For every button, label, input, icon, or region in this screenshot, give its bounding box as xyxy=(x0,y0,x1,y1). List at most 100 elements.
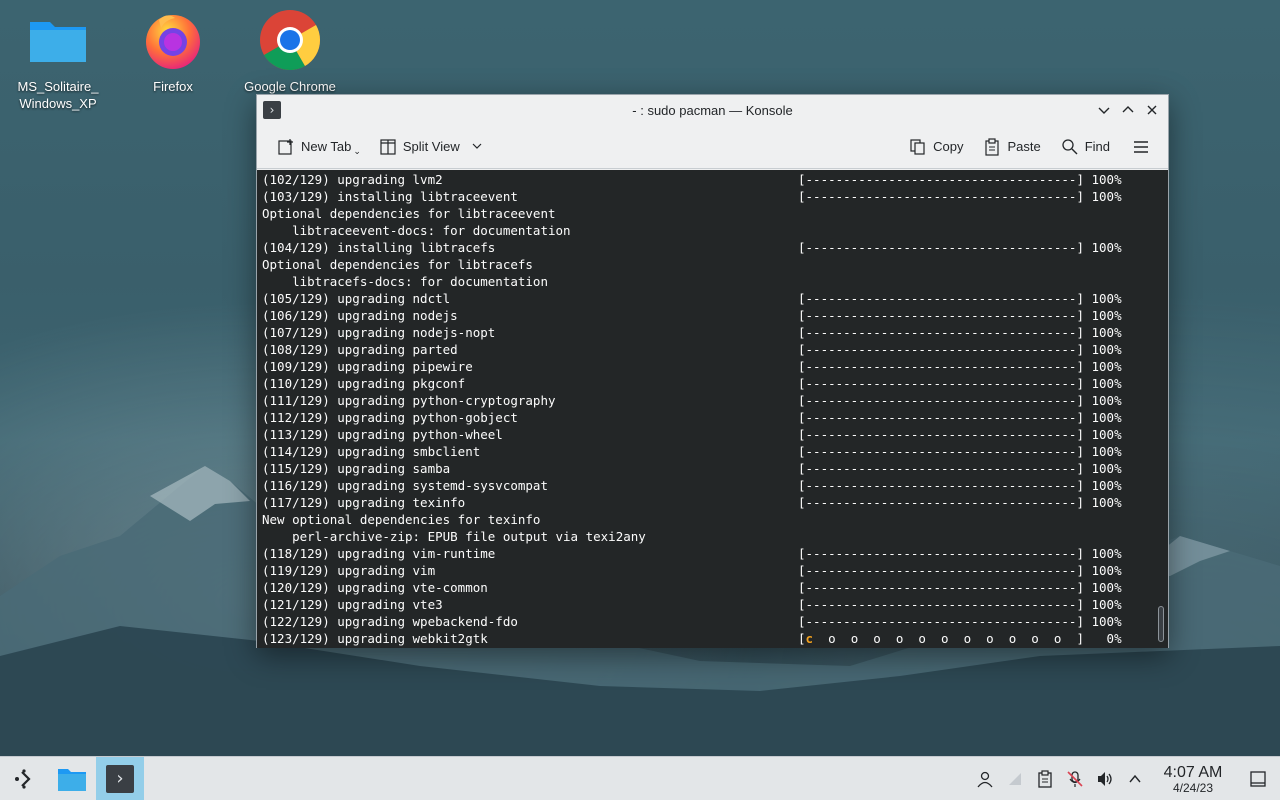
progress-bar-text: [------------------------------------] 1… xyxy=(798,291,1122,306)
progress-bar-text: [------------------------------------] 1… xyxy=(798,461,1122,476)
terminal-line: (119/129) upgrading vim [----------------… xyxy=(262,562,1163,579)
copy-label: Copy xyxy=(933,139,964,154)
copy-icon xyxy=(909,138,927,156)
terminal-line-text: (112/129) upgrading python-gobject xyxy=(262,410,518,425)
progress-bar-text: [------------------------------------] 1… xyxy=(798,376,1122,391)
terminal-line-text: (116/129) upgrading systemd-sysvcompat xyxy=(262,478,548,493)
progress-bar-text: [------------------------------------] 1… xyxy=(798,495,1122,510)
find-label: Find xyxy=(1084,139,1110,154)
progress-bar-text: [------------------------------------] 1… xyxy=(798,546,1122,561)
chevron-down-icon xyxy=(472,139,482,154)
terminal-line-text: (106/129) upgrading nodejs xyxy=(262,308,458,323)
terminal-line: (122/129) upgrading wpebackend-fdo [-----… xyxy=(262,613,1163,630)
terminal-line-text: (105/129) upgrading ndctl xyxy=(262,291,451,306)
terminal-line: (112/129) upgrading python-gobject [-----… xyxy=(262,409,1163,426)
terminal-line: (114/129) upgrading smbclient [----------… xyxy=(262,443,1163,460)
terminal-line: (108/129) upgrading parted [-------------… xyxy=(262,341,1163,358)
find-button[interactable]: Find xyxy=(1055,132,1116,162)
terminal-line: (102/129) upgrading lvm2 [---------------… xyxy=(262,171,1163,188)
split-view-button[interactable]: Split View xyxy=(373,132,488,162)
chevron-down-icon xyxy=(1098,107,1110,114)
desktop-icon-google-chrome[interactable]: Google Chrome xyxy=(240,8,340,95)
progress-bar-text: [------------------------------------] 1… xyxy=(798,240,1122,255)
progress-bar-text: [------------------------------------] 1… xyxy=(798,325,1122,340)
konsole-app-icon[interactable]: › xyxy=(263,101,281,119)
terminal-line-text: (113/129) upgrading python-wheel xyxy=(262,427,503,442)
terminal-line: New optional dependencies for texinfo xyxy=(262,511,1163,528)
progress-bar-text: [------------------------------------] 1… xyxy=(798,427,1122,442)
terminal-line-text: libtracefs-docs: for documentation xyxy=(262,274,548,289)
network-icon[interactable] xyxy=(1000,757,1030,800)
split-view-icon xyxy=(379,138,397,156)
mic-muted-icon[interactable] xyxy=(1060,757,1090,800)
taskbar-dolphin[interactable] xyxy=(48,757,96,800)
taskbar: › 4:07 AM 4/24/23 xyxy=(0,756,1280,800)
terminal-line-text: New optional dependencies for texinfo xyxy=(262,512,541,527)
show-desktop-icon xyxy=(1250,771,1266,787)
volume-icon[interactable] xyxy=(1090,757,1120,800)
terminal-scrollbar[interactable] xyxy=(1158,606,1164,642)
desktop-icon-ms-solitaire[interactable]: MS_Solitaire_ Windows_XP xyxy=(8,8,108,112)
paste-icon xyxy=(983,137,1001,156)
progress-bar-text: [------------------------------------] 1… xyxy=(798,393,1122,408)
hamburger-menu-icon xyxy=(1132,138,1150,156)
progress-bar-text: [------------------------------------] 1… xyxy=(798,597,1122,612)
folder-icon xyxy=(26,8,90,72)
window-titlebar[interactable]: › - : sudo pacman — Konsole xyxy=(257,95,1168,125)
split-view-label: Split View xyxy=(402,139,460,154)
minimize-button[interactable] xyxy=(1094,100,1114,120)
close-button[interactable] xyxy=(1142,100,1162,120)
terminal-line-text: (104/129) installing libtracefs xyxy=(262,240,496,255)
konsole-toolbar: New Tab ⌄ Split View Copy Paste Find xyxy=(257,125,1168,169)
terminal-line: (118/129) upgrading vim-runtime [--------… xyxy=(262,545,1163,562)
terminal-line-text: (122/129) upgrading wpebackend-fdo xyxy=(262,614,518,629)
terminal-line-text: Optional dependencies for libtraceevent xyxy=(262,206,556,221)
terminal-line-text: libtraceevent-docs: for documentation xyxy=(262,223,571,238)
new-tab-button[interactable]: New Tab ⌄ xyxy=(271,132,367,162)
terminal-line-text: (123/129) upgrading webkit2gtk xyxy=(262,631,488,646)
taskbar-konsole[interactable]: › xyxy=(96,756,144,800)
desktop-icon-firefox[interactable]: Firefox xyxy=(123,8,223,95)
application-launcher-button[interactable] xyxy=(0,757,48,800)
terminal-line: (105/129) upgrading ndctl [--------------… xyxy=(262,290,1163,307)
terminal-line-text: (114/129) upgrading smbclient xyxy=(262,444,481,459)
terminal-line: (123/129) upgrading webkit2gtk [c o o o o… xyxy=(262,630,1163,647)
chevron-up-icon[interactable] xyxy=(1120,757,1150,800)
show-desktop-button[interactable] xyxy=(1236,757,1280,800)
terminal-line: (117/129) upgrading texinfo [------------… xyxy=(262,494,1163,511)
terminal-line: Optional dependencies for libtracefs xyxy=(262,256,1163,273)
terminal-line-text: perl-archive-zip: EPUB file output via t… xyxy=(262,529,646,544)
terminal-line: (109/129) upgrading pipewire [-----------… xyxy=(262,358,1163,375)
firefox-icon xyxy=(141,8,205,72)
copy-button[interactable]: Copy xyxy=(903,132,969,162)
new-tab-icon xyxy=(277,138,295,156)
terminal-line-text: (108/129) upgrading parted xyxy=(262,342,458,357)
terminal-line: Optional dependencies for libtraceevent xyxy=(262,205,1163,222)
clock-time: 4:07 AM xyxy=(1163,763,1223,781)
terminal-line: (103/129) installing libtraceevent [-----… xyxy=(262,188,1163,205)
system-tray: 4:07 AM 4/24/23 xyxy=(970,757,1280,800)
desktop-icon-label: Google Chrome xyxy=(244,79,336,94)
progress-bar-text: [------------------------------------] 1… xyxy=(798,614,1122,629)
terminal-line: (113/129) upgrading python-wheel [-------… xyxy=(262,426,1163,443)
terminal-line-text: (120/129) upgrading vte-common xyxy=(262,580,488,595)
terminal-line-text: (118/129) upgrading vim-runtime xyxy=(262,546,496,561)
digital-clock[interactable]: 4:07 AM 4/24/23 xyxy=(1154,764,1232,795)
clipboard-icon[interactable] xyxy=(1030,757,1060,800)
launcher-icon xyxy=(15,768,31,789)
terminal-line-text: (102/129) upgrading lvm2 xyxy=(262,172,443,187)
terminal-line-text: Optional dependencies for libtracefs xyxy=(262,257,533,272)
terminal-line-text: (103/129) installing libtraceevent xyxy=(262,189,518,204)
progress-bar-text: [------------------------------------] 1… xyxy=(798,189,1122,204)
terminal-line-text: (107/129) upgrading nodejs-nopt xyxy=(262,325,496,340)
progress-bar-text: [------------------------------------] 1… xyxy=(798,478,1122,493)
chevron-down-icon: ⌄ xyxy=(353,146,361,156)
progress-open-bracket: [ xyxy=(798,631,806,646)
maximize-button[interactable] xyxy=(1118,100,1138,120)
user-icon[interactable] xyxy=(970,757,1000,800)
hamburger-menu-button[interactable] xyxy=(1126,132,1156,162)
konsole-window: › - : sudo pacman — Konsole New Tab ⌄ Sp… xyxy=(256,94,1169,648)
progress-bar-text: [------------------------------------] 1… xyxy=(798,444,1122,459)
terminal-output[interactable]: (102/129) upgrading lvm2 [---------------… xyxy=(257,170,1168,648)
paste-button[interactable]: Paste xyxy=(977,132,1046,162)
